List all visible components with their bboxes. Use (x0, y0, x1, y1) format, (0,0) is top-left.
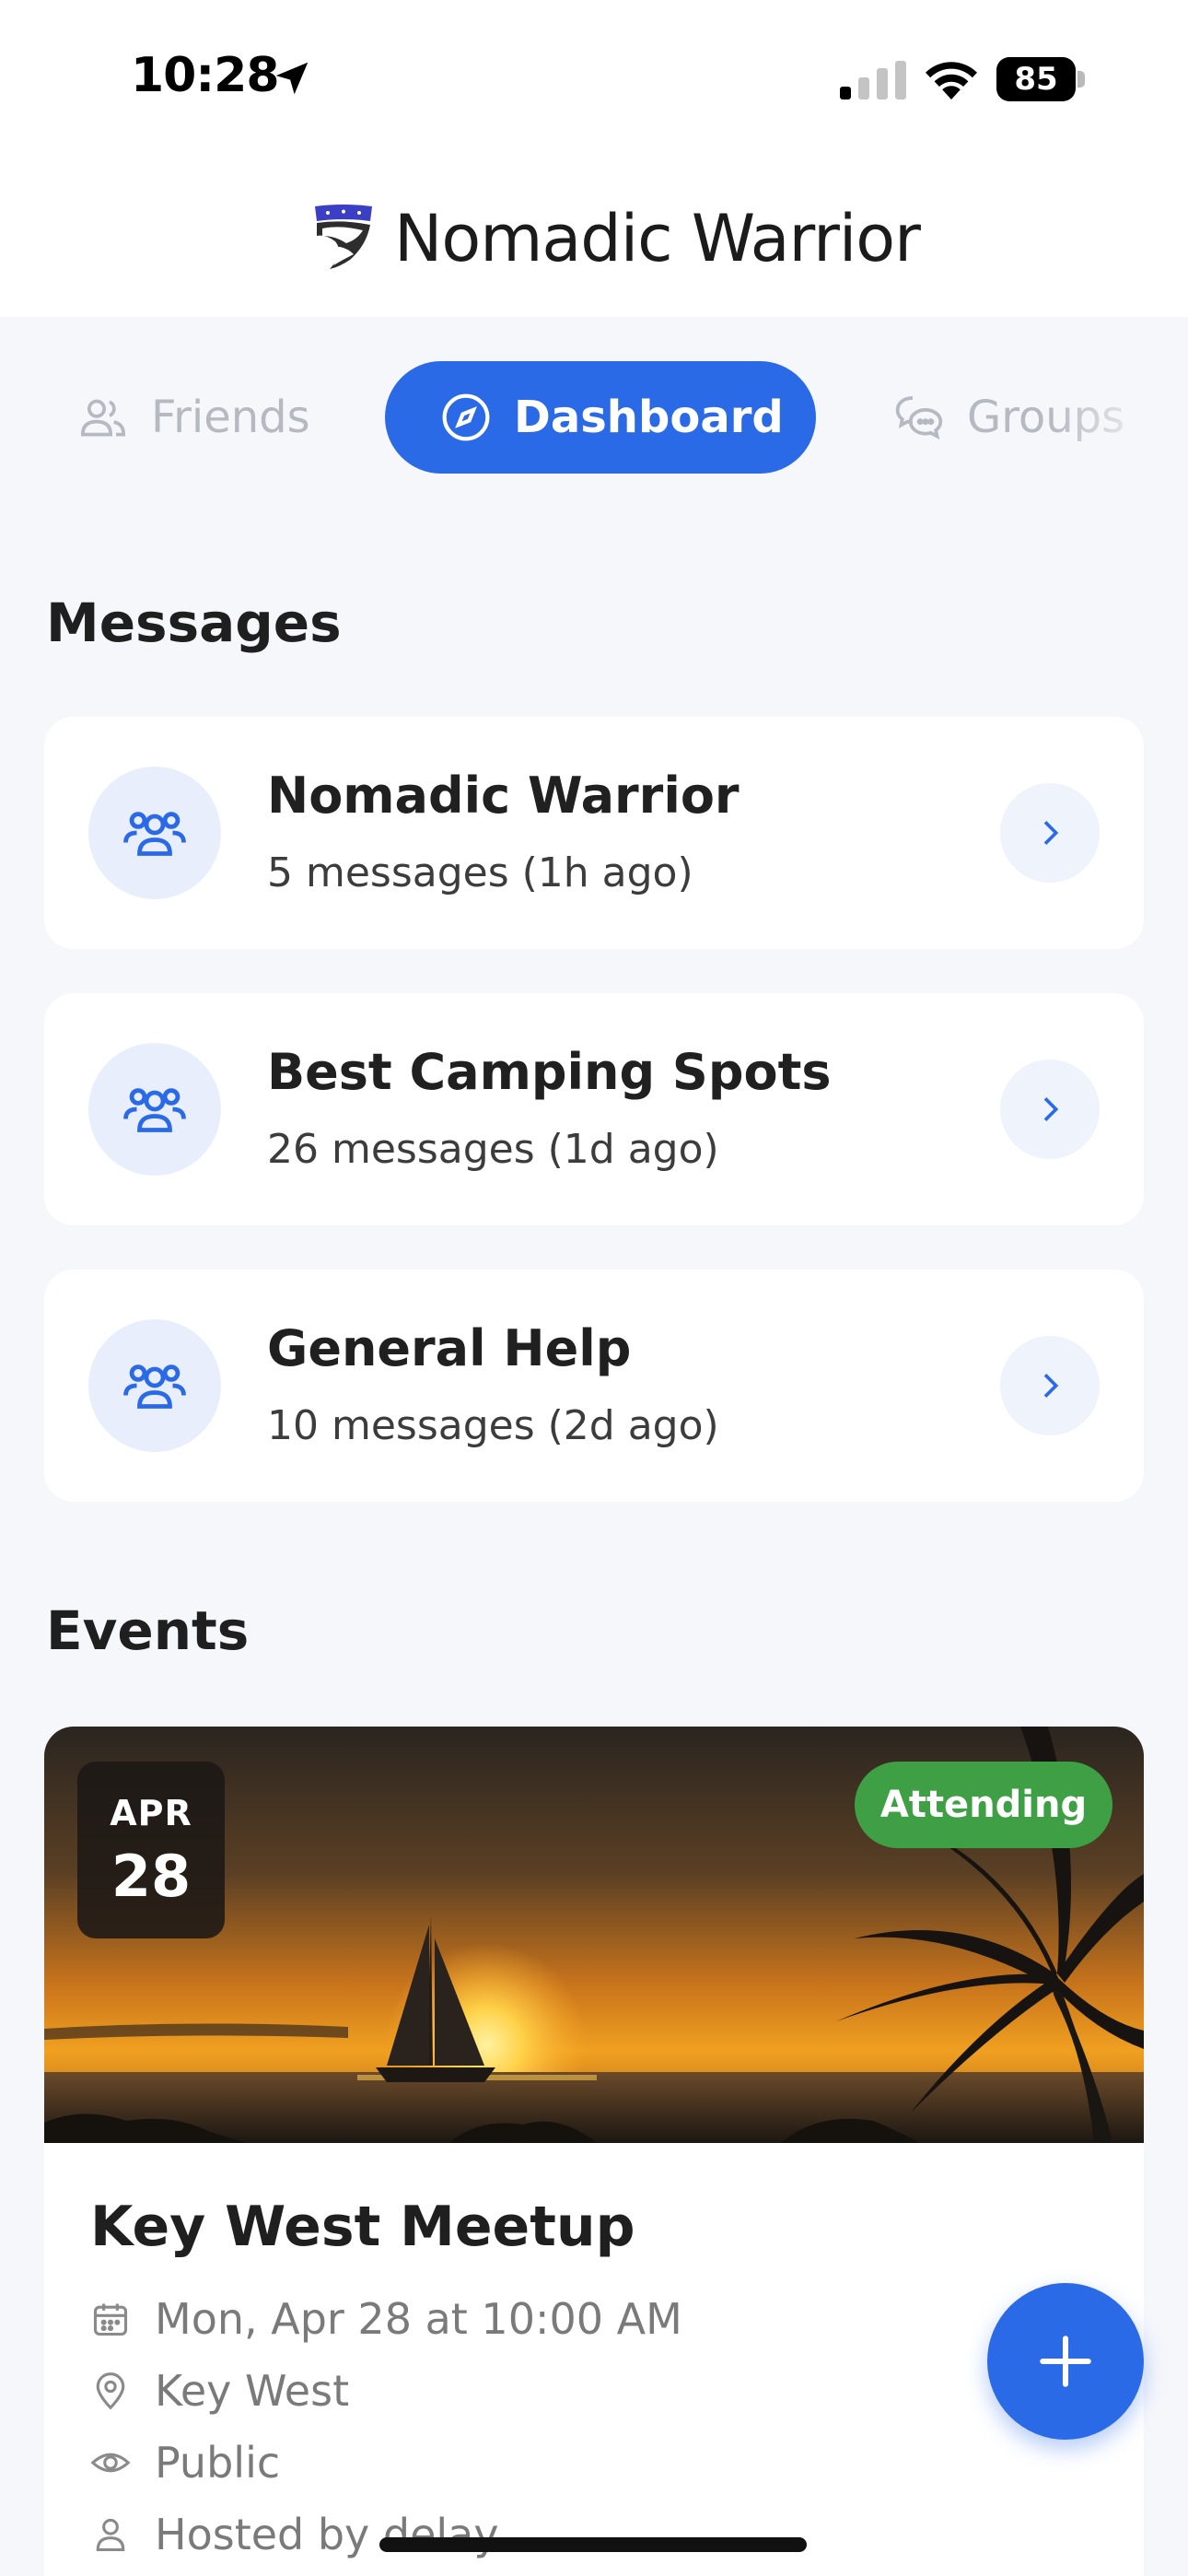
thread-name: Best Camping Spots (267, 1043, 832, 1101)
person-icon (96, 2518, 125, 2552)
battery-level: 85 (996, 57, 1076, 101)
event-visibility-row: Public (90, 2434, 280, 2491)
tab-groups[interactable]: Groups (893, 361, 1162, 474)
event-datetime-row: Mon, Apr 28 at 10:00 AM (90, 2290, 682, 2348)
plus-icon (1040, 2336, 1091, 2387)
chevron-right-icon (1043, 1097, 1059, 1121)
eagle-logo-icon (315, 205, 372, 269)
tab-dashboard[interactable]: Dashboard (385, 361, 816, 474)
home-indicator[interactable] (379, 2537, 807, 2552)
thread-name: Nomadic Warrior (267, 767, 740, 825)
event-card[interactable]: APR 28 Attending Key West Meetup Mon, Ap… (44, 1727, 1144, 2576)
event-visibility: Public (155, 2438, 281, 2488)
group-avatar (88, 1319, 221, 1452)
message-thread-card[interactable]: General Help 10 messages (2d ago) (44, 1270, 1144, 1502)
status-time: 10:28 (131, 48, 280, 103)
event-location: Key West (155, 2366, 350, 2416)
thread-meta: 5 messages (1h ago) (267, 849, 693, 896)
header: 10:28 85 Nomadic Warrior (0, 0, 1188, 317)
open-thread-button[interactable] (1000, 1336, 1100, 1435)
messages-section-title: Messages (46, 591, 342, 654)
cellular-signal-icon (840, 61, 906, 100)
tab-friends[interactable]: Friends (77, 361, 310, 474)
event-title: Key West Meetup (90, 2195, 635, 2259)
eye-icon (90, 2453, 131, 2473)
app-title: Nomadic Warrior (394, 201, 921, 276)
group-avatar (88, 767, 221, 899)
wifi-icon (926, 62, 977, 100)
thread-name: General Help (267, 1319, 632, 1377)
events-section-title: Events (46, 1599, 250, 1662)
group-avatar (88, 1043, 221, 1176)
location-arrow-icon (275, 62, 309, 95)
event-date-badge: APR 28 (77, 1762, 225, 1938)
group-users-icon (123, 812, 186, 856)
thread-meta: 10 messages (2d ago) (267, 1402, 719, 1449)
attending-badge: Attending (855, 1762, 1112, 1848)
message-thread-card[interactable]: Best Camping Spots 26 messages (1d ago) (44, 993, 1144, 1225)
map-pin-icon (96, 2372, 125, 2410)
open-thread-button[interactable] (1000, 1060, 1100, 1159)
calendar-icon (93, 2303, 128, 2336)
chevron-right-icon (1043, 1374, 1059, 1398)
tab-groups-label: Groups (967, 392, 1125, 443)
chat-bubbles-icon (895, 396, 943, 440)
event-host-row: Hosted by delay (90, 2506, 499, 2563)
tab-dashboard-label: Dashboard (514, 392, 784, 443)
group-users-icon (123, 1088, 186, 1132)
event-location-row: Key West (90, 2362, 349, 2419)
battery-cap (1077, 71, 1085, 88)
battery-indicator: 85 (996, 57, 1085, 101)
event-datetime: Mon, Apr 28 at 10:00 AM (155, 2294, 682, 2344)
compass-icon (442, 393, 490, 441)
open-thread-button[interactable] (1000, 783, 1100, 883)
group-users-icon (123, 1364, 186, 1409)
app-screen: 10:28 85 Nomadic Warrior Friends Dashboa… (0, 0, 1188, 2576)
event-day: 28 (111, 1843, 192, 1910)
chevron-right-icon (1043, 821, 1059, 845)
tab-friends-label: Friends (151, 392, 310, 443)
message-thread-card[interactable]: Nomadic Warrior 5 messages (1h ago) (44, 717, 1144, 949)
thread-meta: 26 messages (1d ago) (267, 1126, 719, 1173)
event-month: APR (110, 1793, 192, 1833)
users-icon (80, 399, 126, 437)
add-button[interactable] (987, 2283, 1144, 2440)
